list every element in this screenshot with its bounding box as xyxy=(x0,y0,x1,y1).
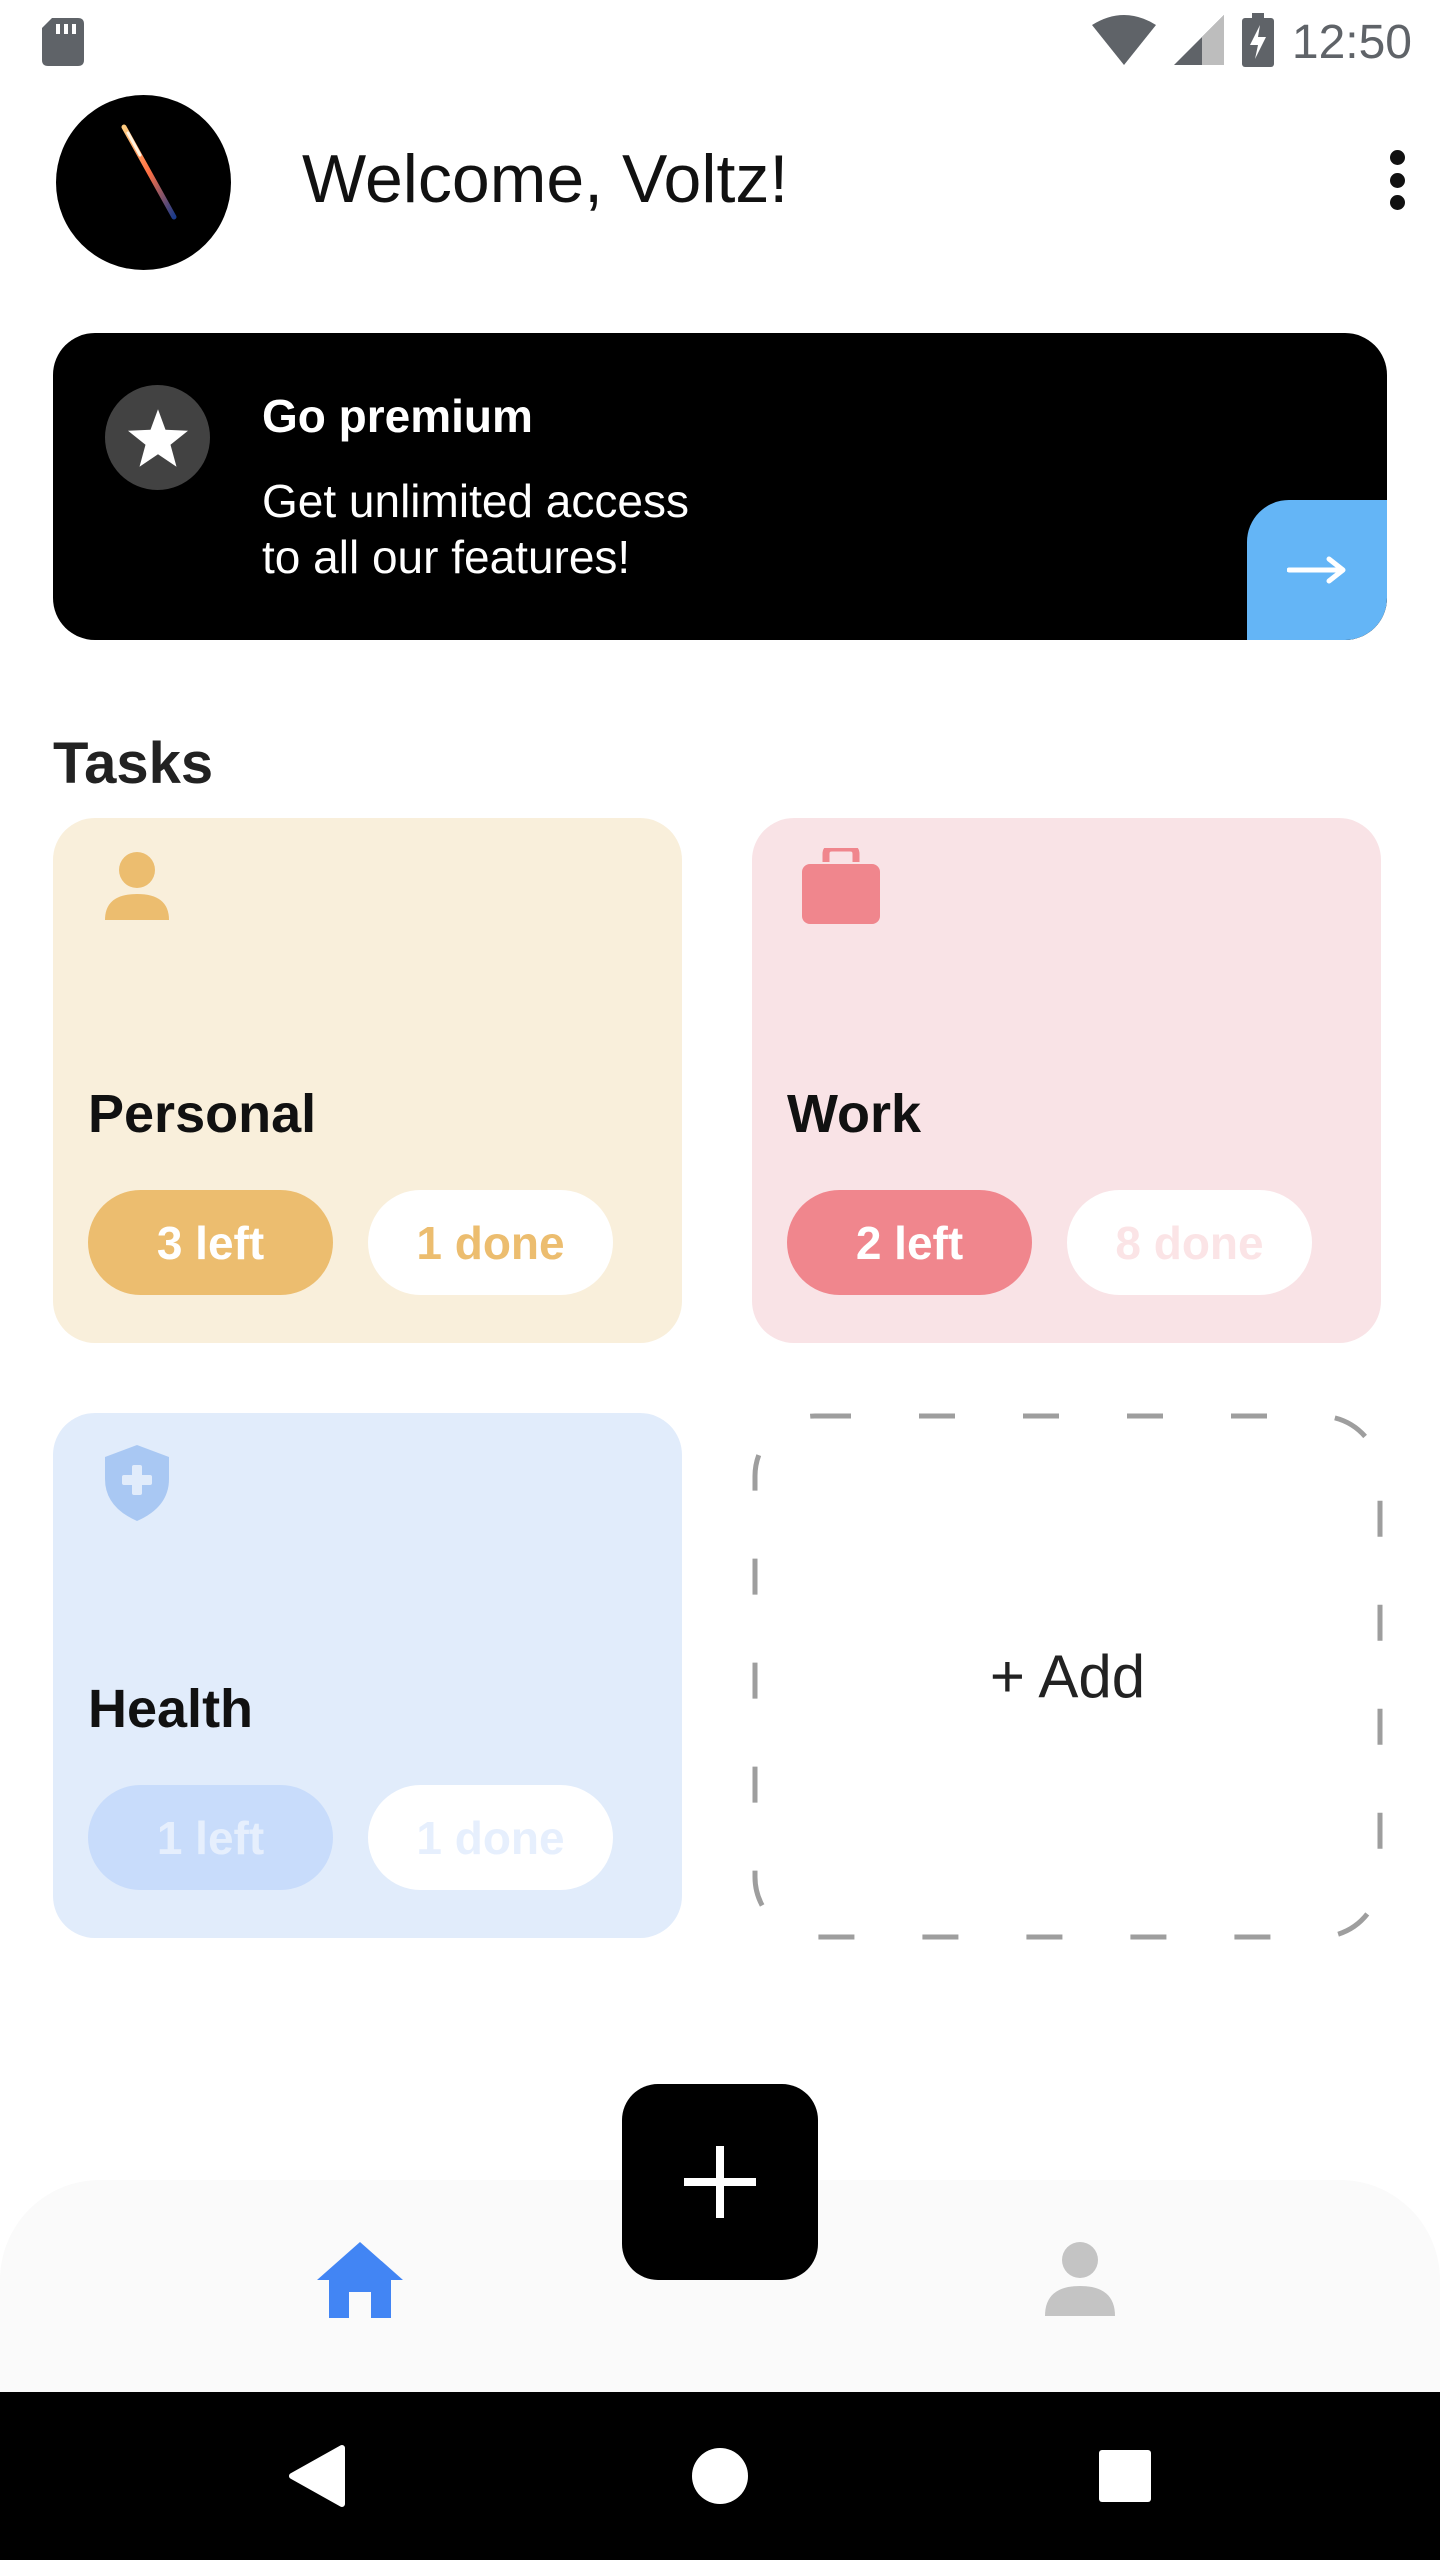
add-task-button[interactable] xyxy=(622,2084,818,2280)
avatar[interactable] xyxy=(56,95,231,270)
more-options-icon[interactable] xyxy=(1385,150,1409,210)
tasks-section-title: Tasks xyxy=(53,731,214,796)
card-title: Personal xyxy=(88,1084,317,1144)
home-system-icon[interactable] xyxy=(680,2436,760,2516)
system-navigation-bar xyxy=(0,2392,1440,2560)
tasks-done-badge: 1 done xyxy=(368,1190,613,1295)
status-bar: 12:50 xyxy=(0,0,1440,84)
task-card-work[interactable]: Work 2 left 8 done xyxy=(752,818,1381,1343)
card-title: Health xyxy=(88,1679,254,1739)
tasks-left-badge: 1 left xyxy=(88,1785,333,1890)
premium-line-1: Get unlimited access xyxy=(262,475,689,527)
back-icon[interactable] xyxy=(276,2436,356,2516)
profile-icon[interactable] xyxy=(1035,2240,1125,2320)
premium-title: Go premium xyxy=(262,390,533,442)
task-card-personal[interactable]: Personal 3 left 1 done xyxy=(53,818,682,1343)
home-icon[interactable] xyxy=(315,2240,405,2320)
add-category-button[interactable]: + Add xyxy=(752,1413,1383,1940)
signal-icon xyxy=(1173,14,1224,70)
premium-line-2: to all our features! xyxy=(262,531,631,583)
premium-banner[interactable]: Go premium Get unlimited access to all o… xyxy=(53,333,1387,640)
premium-description: Get unlimited access to all our features… xyxy=(262,473,822,585)
tasks-left-badge: 2 left xyxy=(787,1190,1032,1295)
tasks-done-badge: 1 done xyxy=(368,1785,613,1890)
tasks-left-badge: 3 left xyxy=(88,1190,333,1295)
clock: 12:50 xyxy=(1291,15,1412,69)
add-label: + Add xyxy=(989,1643,1146,1710)
recents-icon[interactable] xyxy=(1085,2436,1165,2516)
plus-icon xyxy=(684,2146,756,2218)
tasks-done-badge: 8 done xyxy=(1067,1190,1312,1295)
star-icon xyxy=(105,385,210,490)
premium-arrow-button[interactable] xyxy=(1247,500,1387,640)
wifi-icon xyxy=(1091,14,1156,70)
battery-charging-icon xyxy=(1241,12,1274,72)
person-icon xyxy=(101,848,173,928)
briefcase-icon xyxy=(800,844,880,928)
arrow-right-icon xyxy=(1287,556,1346,584)
sd-card-icon xyxy=(42,18,84,66)
task-card-health[interactable]: Health 1 left 1 done xyxy=(53,1413,682,1938)
health-shield-icon xyxy=(101,1443,173,1523)
card-title: Work xyxy=(787,1084,922,1144)
welcome-title: Welcome, Voltz! xyxy=(302,141,789,217)
